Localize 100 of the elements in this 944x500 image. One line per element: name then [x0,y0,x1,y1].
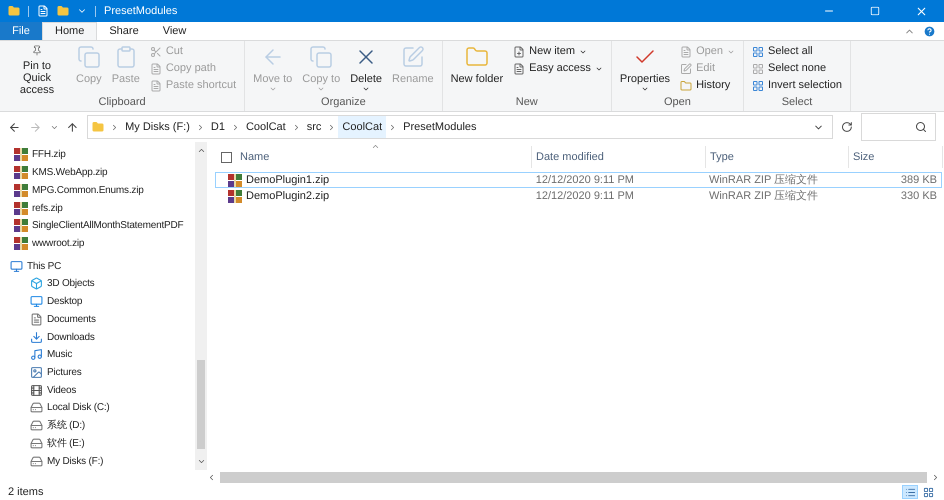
scrollbar-thumb[interactable] [197,360,205,449]
scrollbar[interactable] [195,142,207,470]
view-button[interactable] [902,485,918,499]
ribbon-button[interactable]: Easy access [513,60,603,77]
search-field[interactable] [861,113,936,141]
scroll-up-icon[interactable] [196,146,206,155]
group-label: Select [780,96,814,109]
column-header[interactable]: Name [215,146,532,168]
folder-icon[interactable] [57,5,69,17]
folder-icon [8,5,20,17]
caret-icon [640,85,649,93]
caret-icon [268,85,277,93]
archive-icon [14,148,28,162]
breadcrumb-item[interactable]: CoolCat [338,116,386,138]
ribbon-button[interactable]: Select all [752,43,842,60]
nav-item[interactable]: MPG.Common.Enums.zip [8,181,195,200]
breadcrumb-item[interactable]: PresetModules [399,116,481,138]
type-cell-text: WinRAR ZIP 压缩文件 [708,172,820,188]
help-icon[interactable] [923,24,936,38]
column-header[interactable]: Size [849,146,943,168]
archive-icon [14,166,28,180]
date-cell-text: 12/12/2020 9:11 PM [534,172,635,188]
archive-icon [228,190,242,202]
ribbon-button[interactable]: Invert selection [752,77,842,94]
nav-item[interactable]: This PC [8,257,195,276]
nav-item[interactable]: Videos [8,381,195,400]
scroll-left-icon[interactable] [207,472,216,482]
download-icon [30,330,43,344]
ribbon-tab[interactable]: Share [97,22,151,40]
file-row[interactable]: DemoPlugin1.zip 12/12/2020 9:11 PM WinRAR ZIP 压缩文件 389 KB [215,172,942,188]
ribbon-button[interactable]: Properties [616,41,674,96]
archive-icon [14,219,28,232]
ribbon-button[interactable]: History [680,77,735,94]
document-icon [513,62,526,74]
breadcrumb-item[interactable]: D1 [206,116,229,138]
ribbon-tab[interactable]: Home [42,22,98,40]
nav-item[interactable]: 3D Objects [8,275,195,293]
document-icon [150,80,162,92]
ribbon-tab[interactable]: File [0,22,42,40]
properties-icon[interactable] [37,5,49,17]
column-header[interactable]: Date modified [532,146,706,168]
ribbon-button[interactable]: Delete [346,41,386,96]
scroll-right-icon[interactable] [931,472,940,482]
nav-item[interactable]: Downloads [8,328,195,346]
drive-icon [30,401,43,414]
pen-icon [400,45,425,69]
document-icon [30,312,43,326]
nav-item[interactable]: KMS.WebApp.zip [8,164,195,182]
ribbon-button[interactable]: Select none [752,60,842,77]
ribbon-button[interactable]: Pin to Quick access [4,41,70,96]
nav-item[interactable]: wwwroot.zip [8,234,195,252]
ribbon-tab[interactable]: View [150,22,198,40]
back-icon[interactable] [8,120,21,134]
folder-icon [92,121,104,133]
nav-item[interactable]: Documents [8,310,195,328]
nav-item[interactable]: Desktop [8,292,195,310]
document-icon [150,62,162,74]
drive-icon [30,436,43,450]
breadcrumb-item[interactable]: src [302,116,326,138]
group-label: Organize [320,96,367,109]
nav-item[interactable]: refs.zip [8,199,195,217]
refresh-icon[interactable] [841,121,854,133]
nav-item[interactable]: 系统 (D:) [8,416,195,434]
drive-icon [30,419,43,432]
address-bar[interactable]: My Disks (F:) D1 CoolCat src CoolCat PresetModules [87,115,834,139]
size-cell-text: 389 KB [900,172,938,188]
group-label: Open [662,96,692,109]
nav-item[interactable]: My Disks (F:) [8,452,195,470]
caret-icon [317,85,326,93]
size-cell-text: 330 KB [900,188,938,204]
breadcrumb-item[interactable]: CoolCat [242,116,290,138]
ribbon-button[interactable]: New folder [446,41,508,96]
close-icon [914,4,928,18]
file-row[interactable]: DemoPlugin2.zip 12/12/2020 9:11 PM WinRAR ZIP 压缩文件 330 KB [215,188,942,204]
drive-icon [30,454,43,468]
column-header[interactable]: Type [706,146,849,168]
breadcrumb-item[interactable]: My Disks (F:) [121,116,194,138]
grid-icon [922,486,934,498]
checkbox[interactable] [221,152,232,162]
file-name: DemoPlugin2.zip [246,188,330,204]
nav-item[interactable]: FFH.zip [8,146,195,164]
nav-item[interactable]: Music [8,346,195,364]
pen-icon [680,62,692,74]
maximize-icon [870,6,880,16]
grid-icon [752,62,764,74]
document-icon [680,46,692,58]
archive-icon [228,174,242,186]
scroll-down-icon[interactable] [196,457,206,466]
up-icon[interactable] [66,120,80,134]
computer-icon [10,260,23,273]
nav-item[interactable]: Local Disk (C:) [8,399,195,417]
date-cell-text: 12/12/2020 9:11 PM [534,188,635,204]
horizontal-scrollbar[interactable] [220,472,927,482]
grid-icon [752,46,764,58]
ribbon-button[interactable]: New item [513,43,603,60]
folder-icon [680,80,692,92]
nav-item[interactable]: Pictures [8,364,195,382]
cube-icon [30,277,43,290]
nav-item[interactable]: 软件 (E:) [8,434,195,452]
nav-item[interactable]: SingleClientAllMonthStatementPDF [8,216,195,235]
